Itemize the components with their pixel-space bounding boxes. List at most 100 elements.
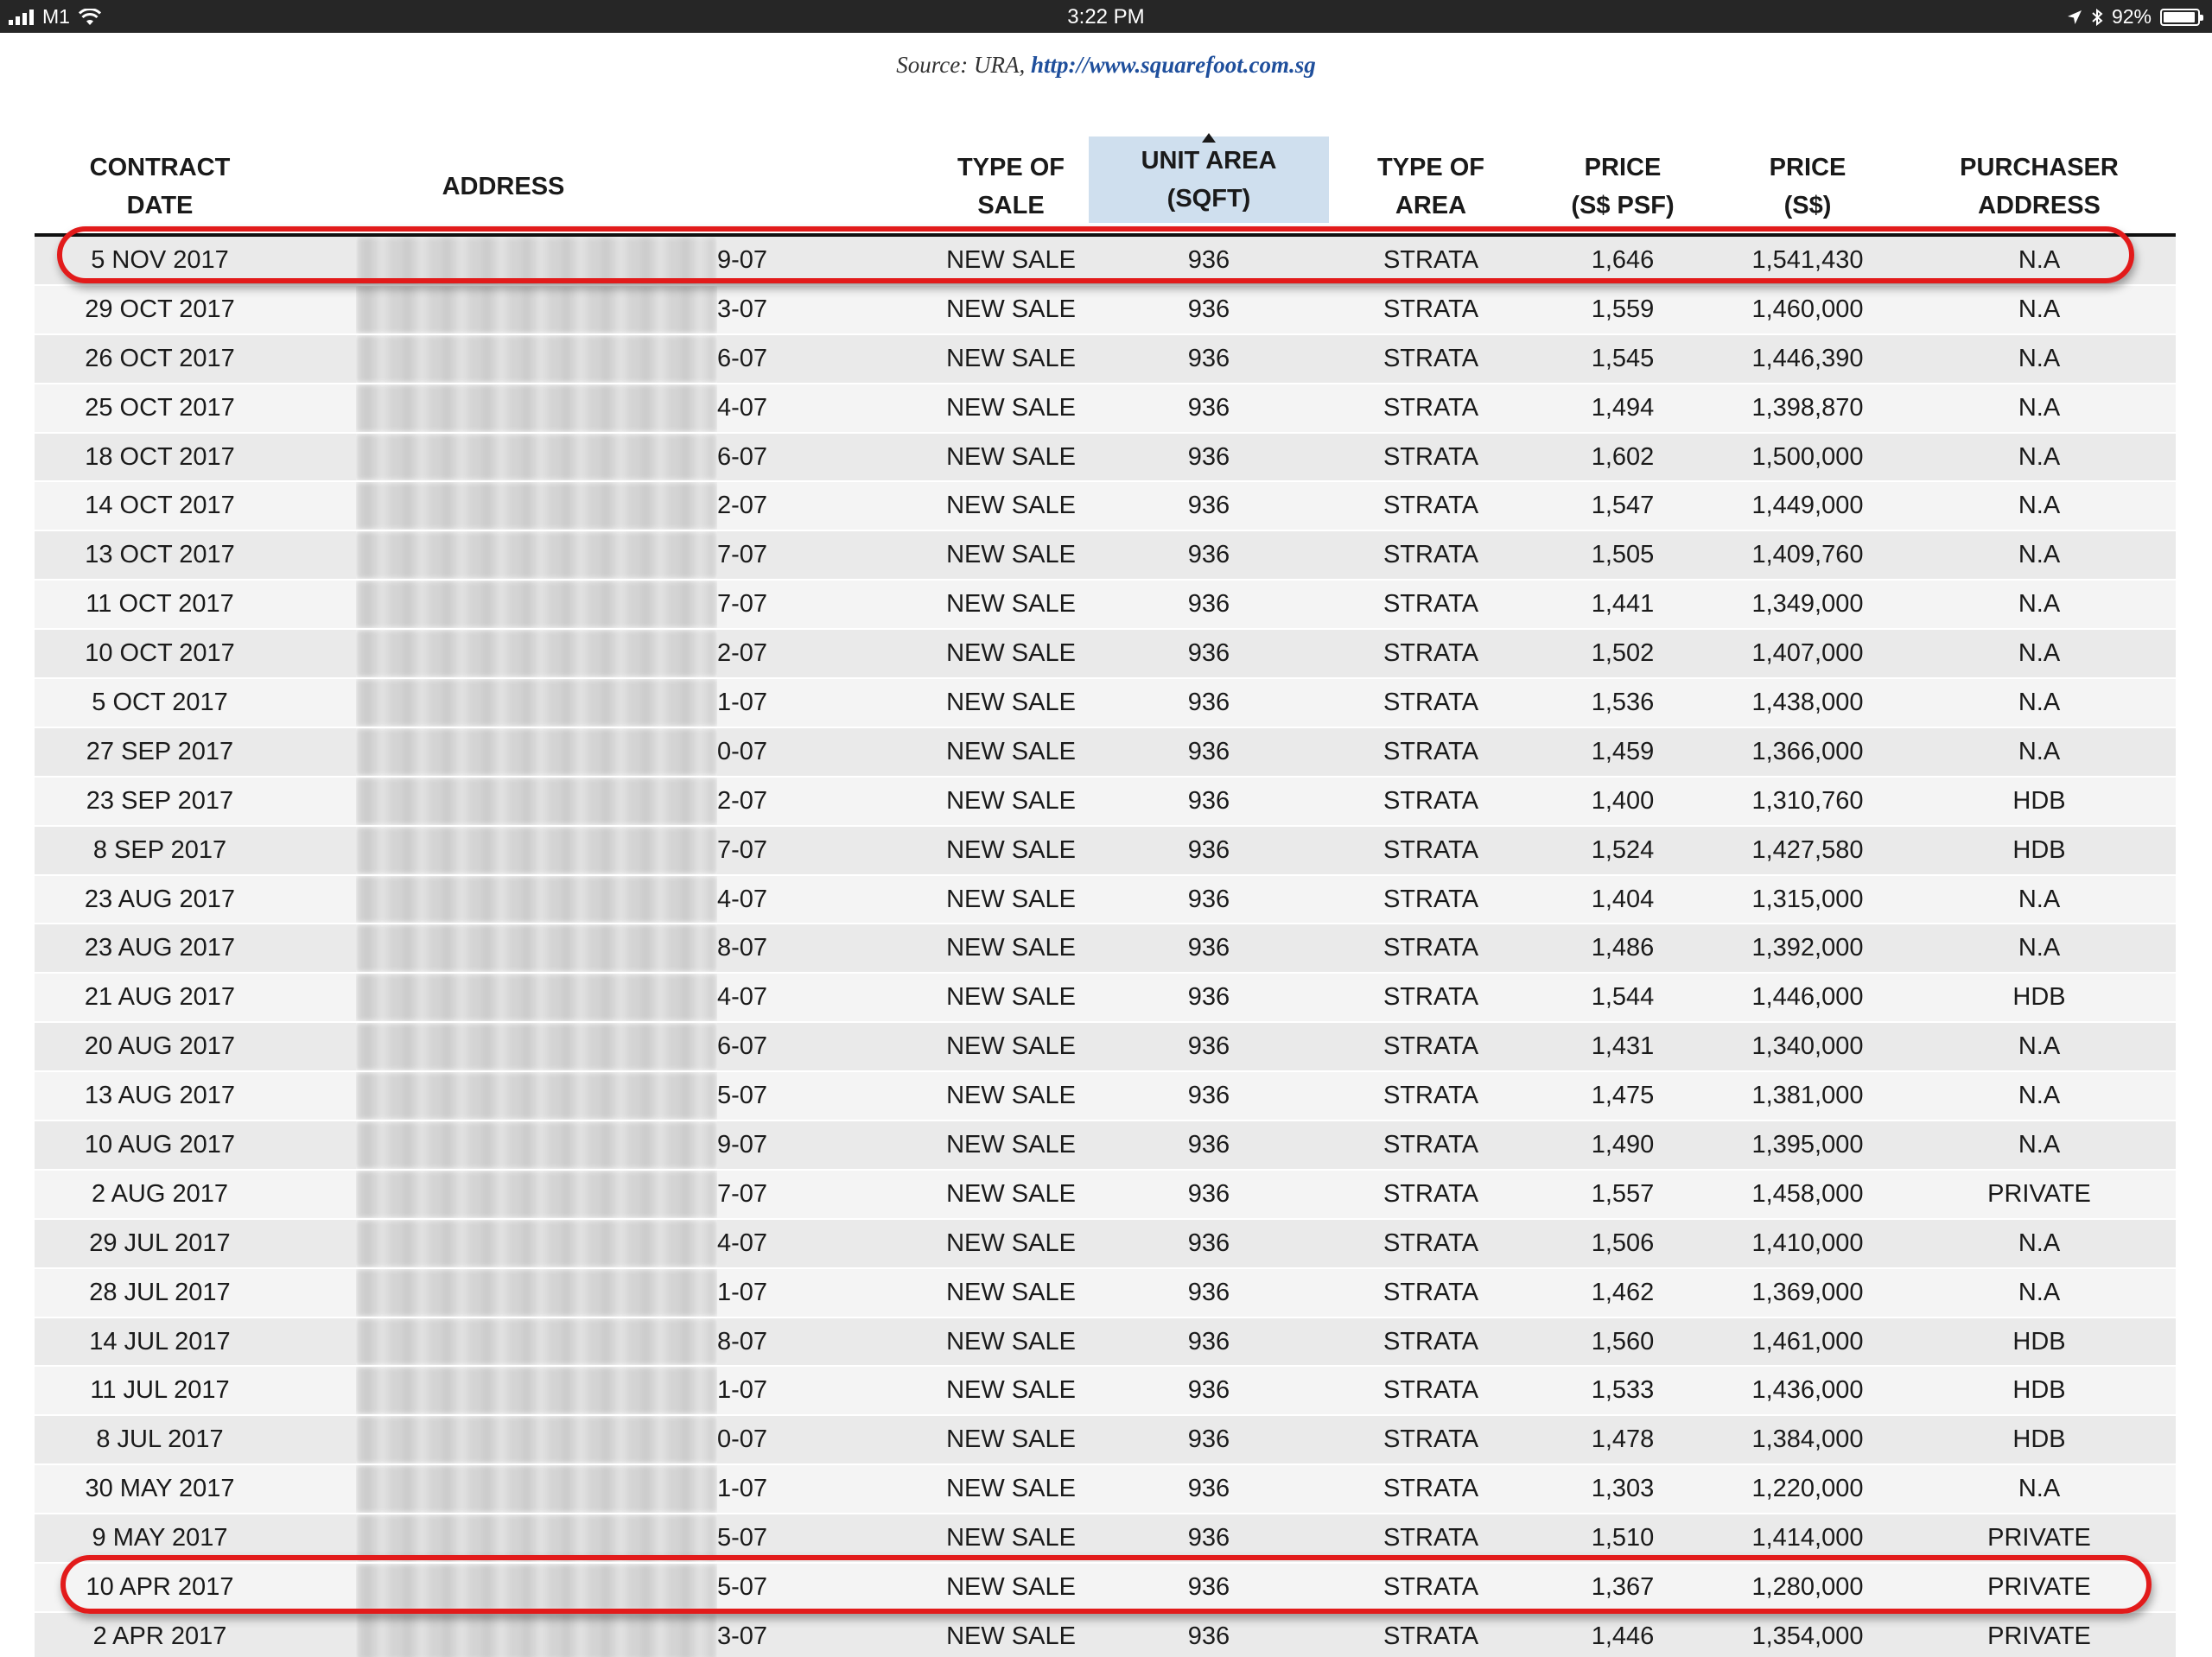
table-row[interactable]: 20 AUG 2017 6-07 NEW SALE 936 STRATA 1,431 1,3… [35, 1023, 2176, 1073]
table-row[interactable]: 9 MAY 2017 5-07 NEW SALE 936 STRATA 1,510 1,41… [35, 1514, 2176, 1565]
cell-price: 1,458,000 [1751, 1179, 1864, 1208]
cell-atype: STRATA [1382, 1179, 1479, 1208]
cell-area: 936 [1187, 934, 1230, 962]
header-text: AREA [1395, 192, 1467, 219]
cell-area: 936 [1187, 983, 1230, 1012]
bluetooth-icon [2091, 8, 2103, 26]
table-row[interactable]: 18 OCT 2017 6-07 NEW SALE 936 STRATA 1,602 1,5… [35, 433, 2176, 483]
redacted-address [356, 1170, 717, 1218]
cell-atype: STRATA [1382, 1032, 1479, 1061]
cell-purchaser: N.A [2018, 245, 2061, 274]
cell-area: 936 [1187, 492, 1230, 520]
table-row[interactable]: 25 OCT 2017 4-07 NEW SALE 936 STRATA 1,494 1,3… [35, 384, 2176, 434]
table-row[interactable]: 2 APR 2017 3-07 NEW SALE 936 STRATA 1,446 1,35… [35, 1612, 2176, 1657]
cell-psf: 1,557 [1591, 1179, 1655, 1208]
cell-purchaser: PRIVATE [1987, 1622, 2091, 1650]
cell-price: 1,349,000 [1751, 590, 1864, 619]
cell-area: 936 [1187, 1376, 1230, 1405]
table-row[interactable]: 5 OCT 2017 1-07 NEW SALE 936 STRATA 1,536 1,43… [35, 679, 2176, 728]
cell-atype: STRATA [1382, 934, 1479, 962]
cell-atype: STRATA [1382, 1524, 1479, 1552]
redacted-address [356, 1268, 717, 1317]
source-line: Source: URA, http://www.squarefoot.com.s… [0, 52, 2212, 79]
table-row[interactable]: 23 SEP 2017 2-07 NEW SALE 936 STRATA 1,400 1,3… [35, 777, 2176, 827]
header-purchaser-address[interactable]: PURCHASER ADDRESS [1903, 136, 2176, 237]
header-address[interactable]: ADDRESS [285, 136, 946, 237]
table-row[interactable]: 10 APR 2017 5-07 NEW SALE 936 STRATA 1,367 1,2… [35, 1564, 2176, 1613]
redacted-address [356, 1564, 717, 1611]
cell-unit: 5-07 [717, 1572, 768, 1601]
cell-purchaser: N.A [2018, 344, 2061, 372]
cell-psf: 1,431 [1591, 1032, 1655, 1061]
header-type-of-area[interactable]: TYPE OF AREA [1329, 136, 1533, 237]
cell-price: 1,369,000 [1751, 1278, 1864, 1306]
cell-unit: 0-07 [717, 737, 768, 765]
table-row[interactable]: 23 AUG 2017 4-07 NEW SALE 936 STRATA 1,404 1,3… [35, 875, 2176, 925]
source-link[interactable]: http://www.squarefoot.com.sg [1031, 52, 1316, 78]
cell-price: 1,310,760 [1751, 786, 1864, 815]
cell-date: 10 AUG 2017 [84, 1130, 236, 1159]
table-row[interactable]: 14 OCT 2017 2-07 NEW SALE 936 STRATA 1,547 1,4… [35, 482, 2176, 532]
redacted-address [356, 482, 717, 530]
table-row[interactable]: 2 AUG 2017 7-07 NEW SALE 936 STRATA 1,557 1,45… [35, 1170, 2176, 1220]
cell-atype: STRATA [1382, 590, 1479, 619]
cell-date: 5 NOV 2017 [91, 245, 229, 274]
cell-area: 936 [1187, 1082, 1230, 1110]
redacted-address [356, 531, 717, 580]
cell-psf: 1,524 [1591, 835, 1655, 864]
table-row[interactable]: 13 OCT 2017 7-07 NEW SALE 936 STRATA 1,505 1,4… [35, 531, 2176, 581]
table-row[interactable]: 23 AUG 2017 8-07 NEW SALE 936 STRATA 1,486 1,3… [35, 924, 2176, 975]
redacted-address [356, 1465, 717, 1514]
cell-unit: 5-07 [717, 1082, 768, 1110]
cell-date: 14 OCT 2017 [85, 492, 235, 520]
redacted-address [356, 679, 717, 727]
cell-date: 18 OCT 2017 [85, 442, 235, 471]
cell-unit: 7-07 [717, 835, 768, 864]
cell-psf: 1,502 [1591, 639, 1655, 668]
redacted-address [356, 875, 717, 924]
cell-area: 936 [1187, 1278, 1230, 1306]
cell-purchaser: N.A [2018, 442, 2061, 471]
table-row[interactable]: 11 JUL 2017 1-07 NEW SALE 936 STRATA 1,533 1,4… [35, 1367, 2176, 1417]
table-row[interactable]: 27 SEP 2017 0-07 NEW SALE 936 STRATA 1,459 1,3… [35, 727, 2176, 778]
cell-date: 26 OCT 2017 [85, 344, 235, 372]
location-icon [2067, 10, 2082, 25]
table-row[interactable]: 13 AUG 2017 5-07 NEW SALE 936 STRATA 1,475 1,3… [35, 1072, 2176, 1122]
cell-area: 936 [1187, 835, 1230, 864]
header-price-psf[interactable]: PRICE (S$ PSF) [1533, 136, 1713, 237]
cell-psf: 1,559 [1591, 295, 1655, 323]
header-price[interactable]: PRICE (S$) [1713, 136, 1903, 237]
cell-psf: 1,533 [1591, 1376, 1655, 1405]
table-row[interactable]: 5 NOV 2017 9-07 NEW SALE 936 STRATA 1,646 1,54… [35, 237, 2176, 286]
cell-unit: 8-07 [717, 1327, 768, 1355]
cell-unit: 9-07 [717, 245, 768, 274]
redacted-address [356, 826, 717, 874]
table-row[interactable]: 30 MAY 2017 1-07 NEW SALE 936 STRATA 1,303 1,2… [35, 1465, 2176, 1515]
cell-atype: STRATA [1382, 688, 1479, 716]
redacted-address [356, 974, 717, 1022]
table-row[interactable]: 21 AUG 2017 4-07 NEW SALE 936 STRATA 1,544 1,4… [35, 974, 2176, 1024]
cell-purchaser: HDB [2012, 786, 2066, 815]
cell-atype: STRATA [1382, 344, 1479, 372]
table-row[interactable]: 28 JUL 2017 1-07 NEW SALE 936 STRATA 1,462 1,3… [35, 1268, 2176, 1318]
table-row[interactable]: 29 JUL 2017 4-07 NEW SALE 936 STRATA 1,506 1,4… [35, 1219, 2176, 1269]
cell-date: 10 APR 2017 [86, 1572, 234, 1601]
cell-purchaser: N.A [2018, 590, 2061, 619]
table-row[interactable]: 10 AUG 2017 9-07 NEW SALE 936 STRATA 1,490 1,3… [35, 1121, 2176, 1171]
table-row[interactable]: 26 OCT 2017 6-07 NEW SALE 936 STRATA 1,545 1,4… [35, 334, 2176, 384]
header-unit-area[interactable]: UNIT AREA (SQFT) [1089, 133, 1329, 223]
table-row[interactable]: 8 SEP 2017 7-07 NEW SALE 936 STRATA 1,524 1,42… [35, 826, 2176, 876]
table-row[interactable]: 29 OCT 2017 3-07 NEW SALE 936 STRATA 1,559 1,4… [35, 285, 2176, 335]
table-row[interactable]: 8 JUL 2017 0-07 NEW SALE 936 STRATA 1,478 1,38… [35, 1416, 2176, 1466]
cell-area: 936 [1187, 1032, 1230, 1061]
table-header: CONTRACT DATE ADDRESS TYPE OF SALE UNIT AR… [35, 133, 2176, 237]
header-contract-date[interactable]: CONTRACT DATE [35, 136, 285, 237]
cell-date: 23 SEP 2017 [86, 786, 234, 815]
table-row[interactable]: 14 JUL 2017 8-07 NEW SALE 936 STRATA 1,560 1,4… [35, 1317, 2176, 1368]
cell-unit: 4-07 [717, 1228, 768, 1257]
cell-area: 936 [1187, 737, 1230, 765]
table-row[interactable]: 11 OCT 2017 7-07 NEW SALE 936 STRATA 1,441 1,3… [35, 581, 2176, 631]
cell-psf: 1,475 [1591, 1082, 1655, 1110]
cell-psf: 1,510 [1591, 1524, 1655, 1552]
table-row[interactable]: 10 OCT 2017 2-07 NEW SALE 936 STRATA 1,502 1,4… [35, 630, 2176, 680]
